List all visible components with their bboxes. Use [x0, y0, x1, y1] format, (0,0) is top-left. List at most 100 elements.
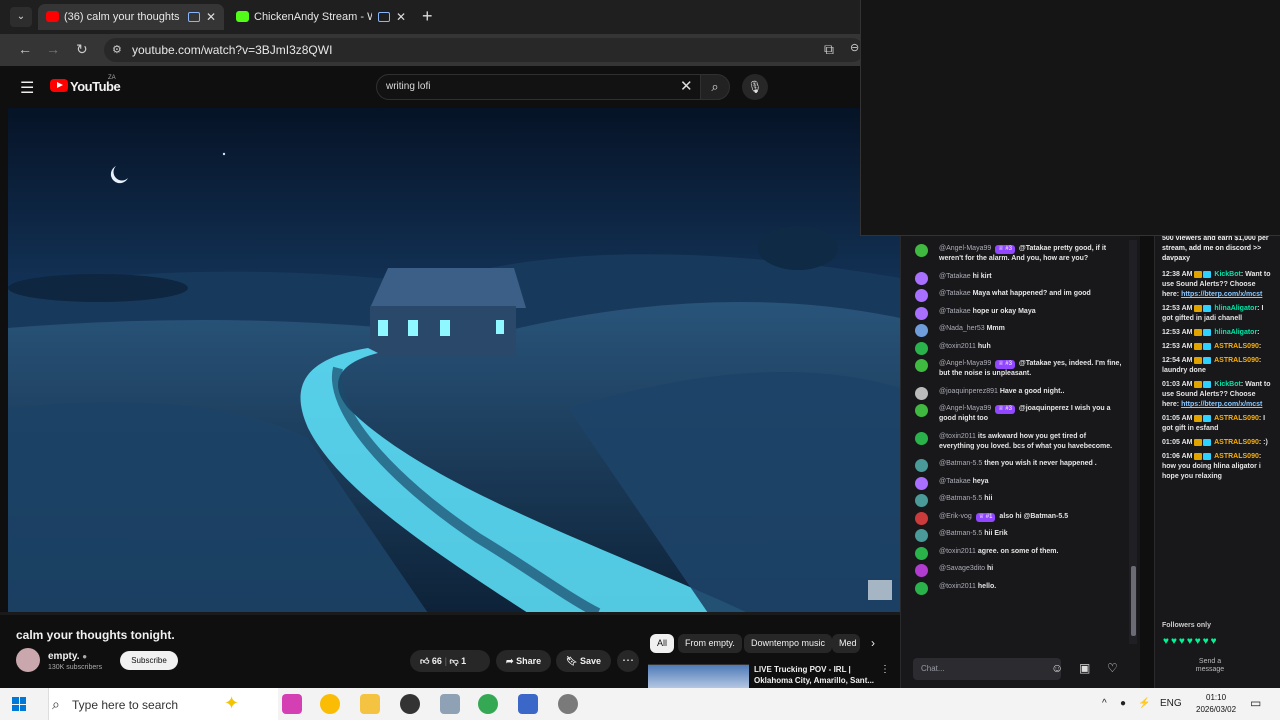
- reload-icon[interactable]: ↻: [76, 41, 88, 58]
- event-username[interactable]: hlinaAligator: [1214, 305, 1257, 312]
- forward-icon[interactable]: →: [46, 41, 60, 57]
- chip-from-channel[interactable]: From empty.: [678, 634, 742, 653]
- chat-username[interactable]: @Angel-Maya99: [939, 405, 991, 412]
- chat-username[interactable]: @Nada_her53: [939, 325, 985, 332]
- like-dislike-button[interactable]: 👍︎ 66 | 👎︎ 1: [410, 650, 490, 672]
- recommended-thumbnail[interactable]: [648, 664, 749, 688]
- chevron-right-icon[interactable]: ›: [871, 636, 875, 650]
- taskbar-app-icon[interactable]: [282, 694, 302, 714]
- copilot-sparkle-icon[interactable]: ✦: [224, 693, 239, 714]
- chat-avatar[interactable]: [915, 341, 928, 355]
- send-message-button[interactable]: Send a message: [1187, 658, 1233, 678]
- microphone-icon[interactable]: ●: [1120, 698, 1126, 709]
- chat-username[interactable]: @Tatakae: [939, 308, 971, 315]
- save-button[interactable]: 🔖︎ Save: [556, 650, 611, 672]
- subscribe-button[interactable]: Subscribe: [120, 651, 178, 670]
- chat-avatar[interactable]: [915, 581, 928, 595]
- emoji-icon[interactable]: ☺: [1051, 661, 1063, 675]
- chat-avatar[interactable]: [915, 324, 928, 337]
- youtube-logo-icon[interactable]: [50, 79, 68, 92]
- tray-overflow-icon[interactable]: ^: [1102, 698, 1107, 709]
- close-tab-icon[interactable]: ✕: [396, 4, 406, 30]
- youtube-logo-text[interactable]: YouTube: [70, 79, 121, 94]
- steam-icon[interactable]: [400, 694, 420, 714]
- chat-avatar[interactable]: [915, 244, 928, 257]
- event-username[interactable]: ASTRALS090: [1214, 439, 1259, 446]
- event-username[interactable]: ASTRALS090: [1214, 343, 1259, 350]
- search-query[interactable]: writing lofi: [386, 81, 430, 92]
- chat-avatar[interactable]: [915, 511, 928, 525]
- chat-username[interactable]: @Batman-5.5: [939, 495, 982, 502]
- heart-icon[interactable]: ♡: [1107, 661, 1118, 675]
- thumbs-up-icon[interactable]: 👍︎: [420, 656, 429, 666]
- emote-menu-icon[interactable]: ▣: [1079, 661, 1090, 675]
- recommended-title[interactable]: LIVE Trucking POV - IRL | Oklahoma City,…: [754, 664, 876, 686]
- voice-search-button[interactable]: 🎙: [742, 74, 768, 100]
- chat-username[interactable]: @Savage3dito: [939, 565, 985, 572]
- chat-username[interactable]: @Batman-5.5: [939, 460, 982, 467]
- chat-username[interactable]: @toxin2011: [939, 343, 976, 350]
- chat-username[interactable]: @toxin2011: [939, 548, 976, 555]
- event-link[interactable]: https://bterp.com/x/mcst: [1181, 401, 1262, 408]
- obs-icon[interactable]: [558, 694, 578, 714]
- file-explorer-icon[interactable]: [360, 694, 380, 714]
- event-link[interactable]: https://bterp.com/x/mcst: [1181, 291, 1262, 298]
- taskbar-clock[interactable]: 01:10 2026/03/02: [1196, 692, 1236, 716]
- chat-username[interactable]: @joaquinperez891: [939, 388, 998, 395]
- chat-username[interactable]: @Erik-vog: [939, 513, 972, 520]
- channel-avatar[interactable]: [16, 648, 40, 672]
- tab-kick[interactable]: ChickenAndy Stream - Wat ✕: [228, 4, 414, 30]
- video-player[interactable]: [8, 108, 900, 613]
- chat-avatar[interactable]: [915, 459, 928, 472]
- channel-name[interactable]: empty. ●: [48, 651, 87, 662]
- chat-username[interactable]: @Tatakae: [939, 478, 971, 485]
- chat-username[interactable]: @Batman-5.5: [939, 530, 982, 537]
- zoom-icon[interactable]: ⊖: [850, 41, 859, 54]
- cast-icon[interactable]: ⧉: [824, 41, 834, 58]
- close-tab-icon[interactable]: ✕: [206, 4, 216, 30]
- chat-username[interactable]: @Tatakae: [939, 273, 971, 280]
- language-indicator[interactable]: ENG: [1160, 698, 1182, 709]
- recommended-menu-icon[interactable]: ⋮: [880, 664, 890, 675]
- site-info-icon[interactable]: ⚙: [112, 43, 122, 56]
- chip-all[interactable]: All: [650, 634, 675, 653]
- chat-avatar[interactable]: [915, 476, 928, 490]
- chat-avatar[interactable]: [915, 546, 928, 560]
- chat-username[interactable]: @Angel-Maya99: [939, 245, 991, 252]
- more-actions-button[interactable]: ⋯: [617, 650, 639, 672]
- event-username[interactable]: KickBot: [1214, 271, 1240, 278]
- event-username[interactable]: ASTRALS090: [1214, 453, 1259, 460]
- chat-avatar[interactable]: [915, 306, 928, 320]
- tab-audio-icon[interactable]: [378, 12, 390, 22]
- chrome-profile-icon[interactable]: [478, 694, 498, 714]
- share-button[interactable]: ➦ Share: [496, 650, 552, 672]
- event-username[interactable]: ASTRALS090: [1214, 415, 1259, 422]
- chip-downtempo[interactable]: Downtempo music: [744, 634, 833, 653]
- word-icon[interactable]: [518, 694, 538, 714]
- chat-input[interactable]: Chat...: [913, 658, 1061, 680]
- chat-avatar[interactable]: [915, 564, 928, 577]
- taskbar-search-text[interactable]: Type here to search: [72, 698, 178, 712]
- chip-med[interactable]: Med: [832, 634, 860, 653]
- url-text[interactable]: youtube.com/watch?v=3BJmI3z8QWI: [132, 43, 332, 57]
- thumbs-down-icon[interactable]: 👎︎: [449, 656, 458, 666]
- chat-scroll-thumb[interactable]: [1131, 566, 1136, 636]
- search-button[interactable]: ⌕: [700, 74, 730, 100]
- clear-search-icon[interactable]: ✕: [680, 77, 693, 95]
- chat-avatar[interactable]: [915, 359, 928, 372]
- back-icon[interactable]: ←: [18, 41, 32, 57]
- chat-avatar[interactable]: [915, 386, 928, 400]
- chrome-icon[interactable]: [320, 694, 340, 714]
- tab-youtube[interactable]: (36) calm your thoughts to ✕: [38, 4, 224, 30]
- chat-username[interactable]: @Tatakae: [939, 290, 971, 297]
- new-tab-button[interactable]: +: [422, 6, 433, 27]
- video-progress-bar[interactable]: [0, 612, 900, 615]
- chat-avatar[interactable]: [915, 529, 928, 542]
- event-username[interactable]: KickBot: [1214, 381, 1240, 388]
- event-username[interactable]: hlinaAligator: [1214, 329, 1257, 336]
- tab-audio-icon[interactable]: [188, 12, 200, 22]
- tab-search-dropdown[interactable]: ⌄: [10, 7, 32, 27]
- chat-avatar[interactable]: [915, 404, 928, 417]
- chat-username[interactable]: @Angel-Maya99: [939, 360, 991, 367]
- chat-username[interactable]: @toxin2011: [939, 583, 976, 590]
